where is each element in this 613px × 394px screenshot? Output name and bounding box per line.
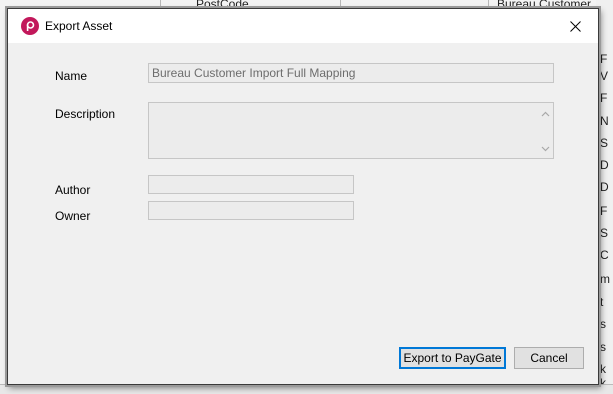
- bg-cell-text: S: [600, 136, 609, 150]
- bg-cell-text: F: [600, 52, 608, 66]
- description-field[interactable]: [148, 102, 554, 159]
- owner-label: Owner: [55, 209, 91, 223]
- export-asset-dialog: Export Asset Name Description Author Own…: [7, 8, 599, 385]
- bg-cell-text: m: [600, 272, 610, 286]
- export-to-paygate-button[interactable]: Export to PayGate: [399, 347, 506, 369]
- author-label: Author: [55, 183, 91, 197]
- bg-cell-text: N: [600, 114, 609, 128]
- dialog-title: Export Asset: [45, 19, 113, 33]
- bg-cell-text: F: [600, 91, 608, 105]
- bg-cell-text: t: [600, 295, 604, 309]
- bg-cell-text: S: [600, 226, 609, 240]
- bg-cell-text: k: [600, 362, 606, 376]
- dialog-titlebar[interactable]: Export Asset: [8, 9, 598, 43]
- bg-cell-text: s: [600, 340, 606, 354]
- close-button[interactable]: [552, 9, 598, 43]
- bg-cell-text: V: [600, 69, 609, 83]
- name-label: Name: [55, 69, 88, 83]
- cancel-button[interactable]: Cancel: [514, 347, 584, 369]
- close-icon: [569, 20, 581, 32]
- bg-cell-text: D: [600, 158, 609, 172]
- scroll-down-arrow-icon[interactable]: [541, 145, 550, 152]
- bg-cell-text: F: [600, 204, 608, 218]
- bg-cell-text: s: [600, 317, 606, 331]
- bg-cell-text: D: [600, 180, 609, 194]
- scroll-up-arrow-icon[interactable]: [541, 110, 550, 117]
- description-label: Description: [55, 107, 116, 121]
- author-field[interactable]: [148, 175, 354, 194]
- owner-field[interactable]: [148, 201, 354, 220]
- name-field[interactable]: [148, 63, 554, 83]
- paygate-logo-icon: [21, 17, 39, 35]
- bg-cell-text: C: [600, 248, 609, 262]
